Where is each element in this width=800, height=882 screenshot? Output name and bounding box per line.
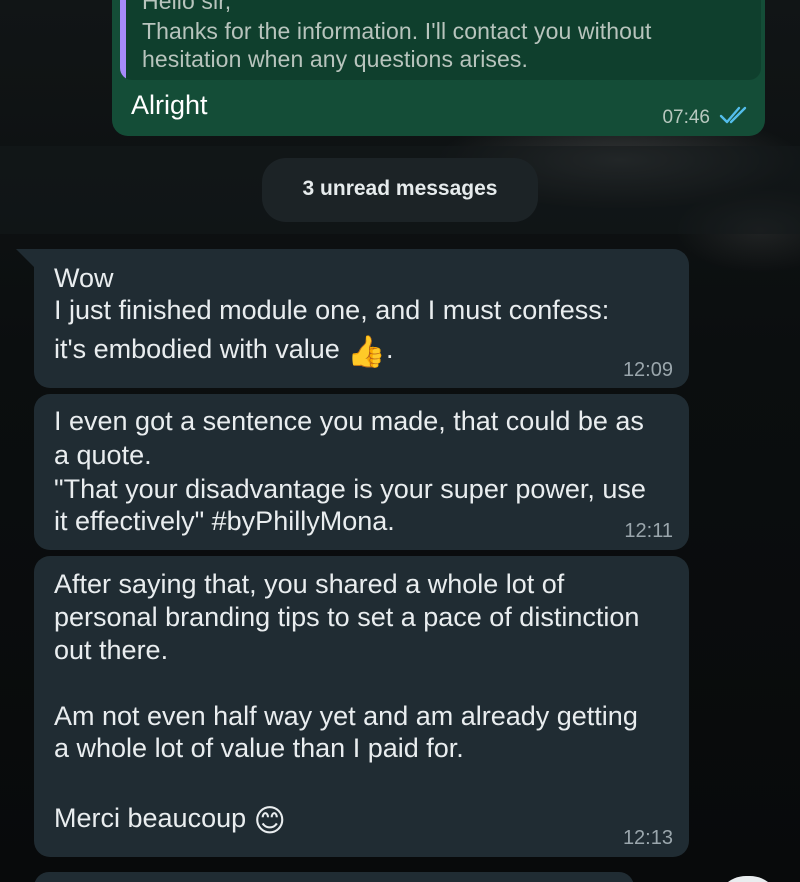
thumbs-up-emoji: 👍	[347, 334, 386, 369]
incoming-message-partial[interactable]	[34, 872, 634, 882]
message-text: Merci beaucoup	[54, 803, 247, 833]
message-time: 12:11	[624, 520, 673, 542]
bubble-tail	[16, 249, 36, 269]
message-text: Alright	[131, 90, 208, 120]
outgoing-message[interactable]: Hello sir, Thanks for the information. I…	[112, 0, 765, 136]
scroll-down-button[interactable]	[716, 876, 780, 882]
incoming-message[interactable]: After saying that, you shared a whole lo…	[34, 556, 689, 857]
quote-bar	[120, 0, 126, 80]
unread-label: 3 unread messages	[302, 177, 498, 200]
message-line-with-emoji: it's embodied with value 👍.	[54, 333, 393, 370]
quote-line: Hello sir,	[142, 0, 232, 14]
message-line: it effectively" #byPhillyMona.	[54, 506, 395, 536]
message-line: After saying that, you shared a whole lo…	[54, 569, 565, 599]
message-line: Am not even half way yet and am already …	[54, 701, 638, 731]
incoming-message[interactable]: Wow I just finished module one, and I mu…	[34, 249, 689, 388]
incoming-message[interactable]: I even got a sentence you made, that cou…	[34, 394, 689, 550]
smiling-face-emoji: 😊	[253, 803, 286, 838]
message-time: 07:46	[662, 107, 710, 128]
message-time: 12:09	[622, 359, 673, 381]
chat-window: Hello sir, Thanks for the information. I…	[0, 0, 800, 882]
message-line: I even got a sentence you made, that cou…	[54, 406, 644, 436]
message-line-with-emoji: Merci beaucoup 😊	[54, 803, 286, 839]
message-line: "That your disadvantage is your super po…	[54, 474, 646, 504]
message-line: out there.	[54, 635, 169, 665]
double-check-icon	[719, 106, 747, 124]
message-line: a quote.	[54, 440, 152, 470]
message-trail: .	[385, 334, 394, 364]
message-line: personal branding tips to set a pace of …	[54, 602, 640, 632]
unread-messages-divider: 3 unread messages	[262, 158, 538, 222]
message-text: it's embodied with value	[54, 334, 340, 364]
message-line: I just finished module one, and I must c…	[54, 295, 610, 325]
quote-line: Thanks for the information. I'll contact…	[142, 18, 652, 44]
message-time: 12:13	[622, 827, 673, 849]
message-line: Wow	[54, 263, 114, 293]
message-line: a whole lot of value than I paid for.	[54, 733, 464, 763]
reply-quote[interactable]: Hello sir, Thanks for the information. I…	[120, 0, 761, 80]
quote-line: hesitation when any questions arises.	[142, 46, 528, 72]
